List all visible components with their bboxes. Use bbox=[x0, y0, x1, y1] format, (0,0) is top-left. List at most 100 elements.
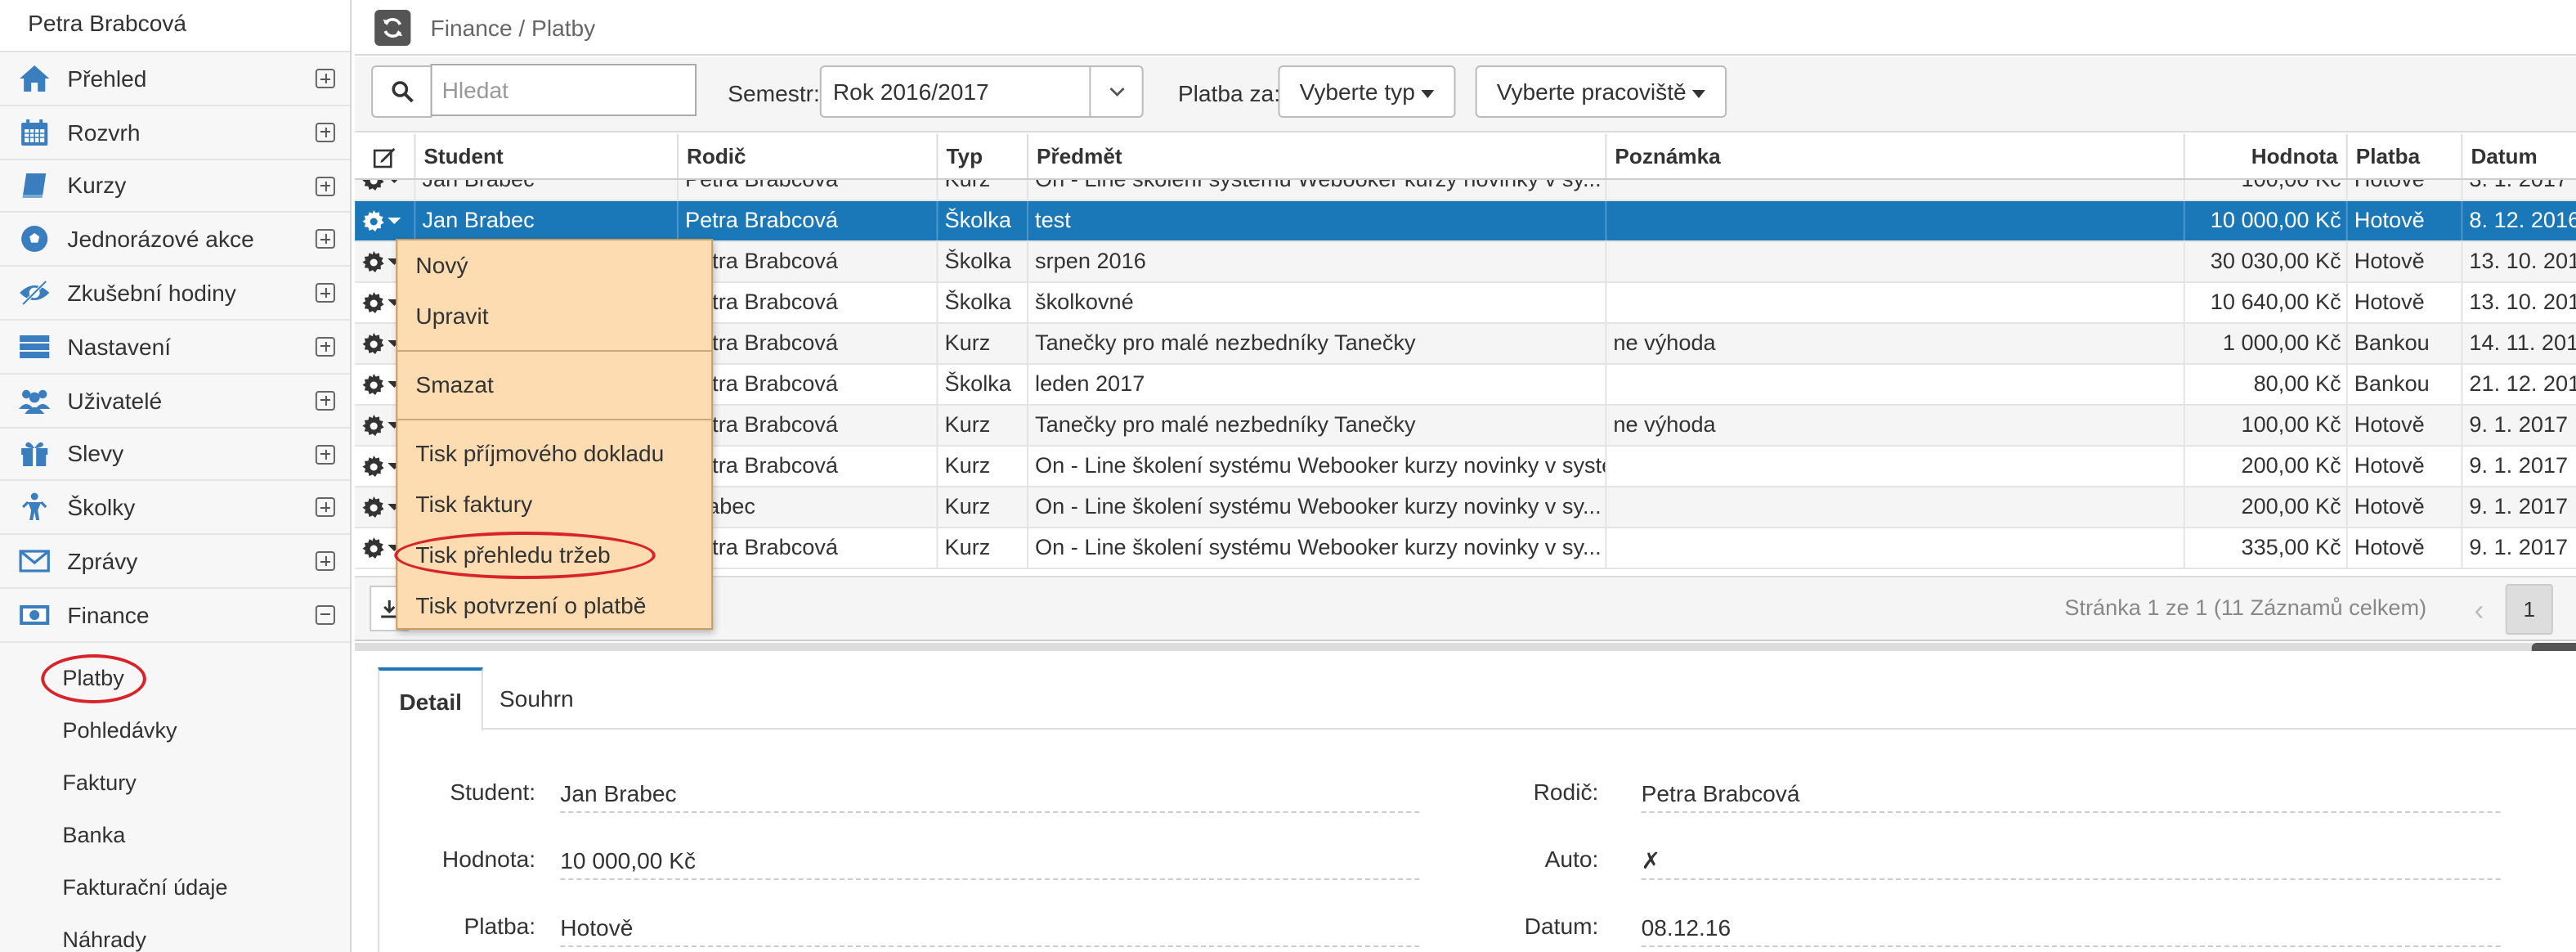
expand-icon[interactable] bbox=[315, 444, 335, 465]
platba-dropdown[interactable]: Vyberte typ bbox=[1278, 65, 1457, 118]
menu-item-tisk-prehledu-trzeb[interactable]: Tisk přehledu tržeb bbox=[394, 530, 711, 581]
user-name[interactable]: Petra Brabcová bbox=[0, 0, 351, 52]
cell-rodic: Petra Brabcová bbox=[679, 406, 939, 445]
cell-rodic: Petra Brabcová bbox=[679, 242, 939, 281]
cell-typ: Školka bbox=[938, 242, 1029, 281]
refresh-icon bbox=[383, 17, 403, 37]
column-header-rodic[interactable]: Rodič bbox=[679, 134, 939, 178]
envelope-icon bbox=[16, 545, 52, 577]
sidebar-item-kurzy[interactable]: Kurzy bbox=[0, 159, 351, 213]
menu-item-tisk-potvrzeni-o-platbe[interactable]: Tisk potvrzení o platbě bbox=[397, 581, 711, 631]
menu-item-smazat[interactable]: Smazat bbox=[397, 360, 711, 411]
field-label-auto: Auto: bbox=[1544, 846, 1599, 872]
cell-rodic: Petra Brabcová bbox=[679, 365, 939, 404]
menu-item-tisk-prijmoveho-dokladu[interactable]: Tisk příjmového dokladu bbox=[397, 429, 711, 479]
expand-icon[interactable] bbox=[315, 69, 335, 88]
sidebar-item-label: Uživatelé bbox=[67, 387, 163, 414]
refresh-button[interactable] bbox=[374, 9, 411, 45]
field-label-student: Student: bbox=[450, 779, 536, 805]
semestr-select[interactable]: Rok 2016/2017 bbox=[819, 65, 1144, 118]
sidebar-item-rozvrh[interactable]: Rozvrh bbox=[0, 106, 351, 160]
sidebar-item-zkusebni-hodiny[interactable]: Zkušební hodiny bbox=[0, 267, 351, 321]
cell-rodic: Petra Brabcová bbox=[679, 447, 939, 486]
cell-predmet: leden 2017 bbox=[1028, 365, 1607, 404]
cell-platba: Bankou bbox=[2348, 365, 2463, 404]
sidebar-item-uzivatele[interactable]: Uživatelé bbox=[0, 375, 351, 429]
sidebar-item-slevy[interactable]: Slevy bbox=[0, 428, 351, 482]
column-header-platba[interactable]: Platba bbox=[2348, 134, 2463, 178]
expand-icon[interactable] bbox=[315, 390, 335, 411]
cell-typ: Kurz bbox=[938, 447, 1029, 486]
expand-icon[interactable] bbox=[315, 283, 335, 303]
cell-poznamka bbox=[1606, 201, 2185, 240]
column-header-poznamka[interactable]: Poznámka bbox=[1606, 134, 2185, 178]
column-header-datum[interactable]: Datum bbox=[2462, 134, 2576, 178]
collapse-icon[interactable] bbox=[315, 604, 335, 625]
menu-divider bbox=[397, 419, 712, 420]
tab-detail[interactable]: Detail bbox=[378, 667, 484, 731]
row-actions-gear-icon[interactable] bbox=[355, 201, 416, 240]
cell-typ: Školka bbox=[938, 365, 1029, 404]
column-header-hodnota[interactable]: Hodnota bbox=[2185, 134, 2348, 178]
topbar: Finance / Platby bbox=[355, 0, 2576, 56]
sidebar-item-finance[interactable]: Finance bbox=[0, 589, 351, 643]
sidebar-subitem-platby[interactable]: Platby bbox=[0, 653, 350, 705]
sidebar-subitem-fakturacni-udaje[interactable]: Fakturační údaje bbox=[0, 862, 350, 914]
cell-poznamka bbox=[1606, 365, 2185, 404]
sidebar-item-skolky[interactable]: Školky bbox=[0, 482, 351, 536]
tab-souhrn[interactable]: Souhrn bbox=[480, 667, 594, 731]
cell-datum: 13. 10. 201 bbox=[2469, 249, 2576, 273]
sidebar-subitem-faktury[interactable]: Faktury bbox=[0, 757, 350, 810]
chevron-down-icon[interactable] bbox=[1089, 67, 1141, 116]
server-icon bbox=[16, 330, 52, 363]
splitter[interactable] bbox=[355, 643, 2576, 651]
search-button[interactable] bbox=[371, 65, 432, 118]
cell-poznamka: ne výhoda bbox=[1606, 324, 2185, 363]
sidebar-item-prehled[interactable]: Přehled bbox=[0, 52, 351, 106]
field-student: Jan Brabec bbox=[560, 777, 1420, 813]
cell-hodnota: 335,00 Kč bbox=[2185, 528, 2348, 568]
cell-hodnota: 80,00 Kč bbox=[2185, 365, 2348, 404]
platba-dropdown-label: Vyberte typ bbox=[1299, 79, 1415, 105]
expand-icon[interactable] bbox=[315, 122, 335, 142]
sidebar-item-zpravy[interactable]: Zprávy bbox=[0, 535, 351, 589]
column-header-typ[interactable]: Typ bbox=[938, 134, 1029, 178]
sidebar-subitem-pohledavky[interactable]: Pohledávky bbox=[0, 705, 350, 757]
prev-page-icon[interactable]: ‹ bbox=[2474, 594, 2484, 628]
sidebar-item-jednorazove-akce[interactable]: Jednorázové akce bbox=[0, 213, 351, 267]
table-row[interactable]: Jan Brabec Petra Brabcová Školka test 10 000… bbox=[355, 201, 2576, 242]
sidebar-subitem-banka[interactable]: Banka bbox=[0, 810, 350, 862]
expand-icon[interactable] bbox=[315, 336, 335, 357]
sidebar-item-nastaveni[interactable]: Nastavení bbox=[0, 321, 351, 375]
expand-icon[interactable] bbox=[315, 176, 335, 196]
cell-hodnota: 10 000,00 Kč bbox=[2185, 201, 2348, 240]
home-icon bbox=[16, 62, 52, 95]
cell-datum: 9. 1. 2017 bbox=[2469, 535, 2569, 559]
cell-hodnota: 30 030,00 Kč bbox=[2185, 242, 2348, 281]
edit-column-icon[interactable] bbox=[355, 134, 416, 178]
column-header-student[interactable]: Student bbox=[415, 134, 679, 178]
cell-datum: 8. 12. 2016 bbox=[2469, 208, 2576, 232]
expand-icon[interactable] bbox=[315, 497, 335, 518]
expand-icon[interactable] bbox=[315, 551, 335, 572]
menu-item-tisk-faktury[interactable]: Tisk faktury bbox=[397, 479, 711, 530]
cell-typ: Kurz bbox=[938, 487, 1029, 527]
page-number-button[interactable]: 1 bbox=[2505, 584, 2553, 635]
sidebar-item-label: Zprávy bbox=[67, 548, 138, 575]
field-label-hodnota: Hodnota: bbox=[441, 846, 536, 872]
pracoviste-dropdown[interactable]: Vyberte pracoviště bbox=[1475, 65, 1727, 118]
cell-predmet: test bbox=[1028, 201, 1607, 240]
cell-typ: Kurz bbox=[938, 406, 1029, 445]
menu-item-novy[interactable]: Nový bbox=[397, 240, 711, 291]
cell-typ: Školka bbox=[938, 201, 1029, 240]
cell-platba: Hotově bbox=[2348, 242, 2463, 281]
search-input[interactable]: Hledat bbox=[430, 64, 697, 116]
column-header-predmet[interactable]: Předmět bbox=[1028, 134, 1607, 178]
calendar-icon bbox=[16, 115, 52, 148]
menu-divider bbox=[397, 350, 712, 352]
menu-item-upravit[interactable]: Upravit bbox=[397, 291, 711, 342]
sidebar-item-label: Školky bbox=[67, 494, 136, 521]
sidebar-subitem-nahrady[interactable]: Náhrady bbox=[0, 914, 350, 952]
expand-icon[interactable] bbox=[315, 229, 335, 249]
field-platba: Hotově bbox=[560, 911, 1420, 947]
